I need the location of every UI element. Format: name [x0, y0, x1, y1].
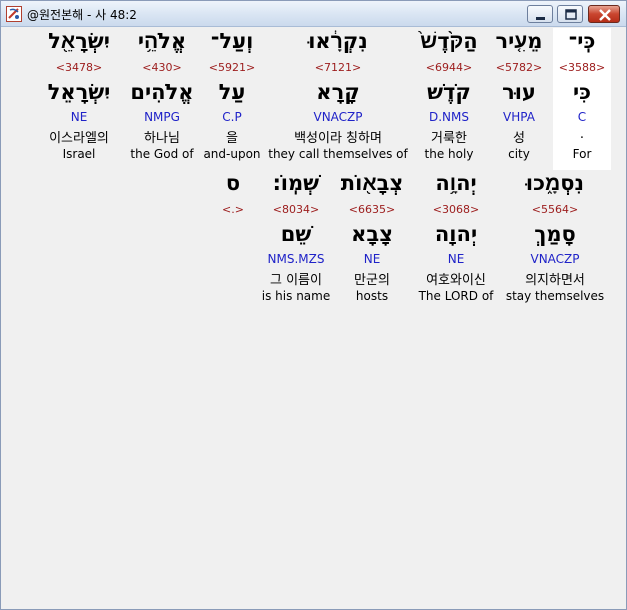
hebrew-lemma: קָרָא	[316, 80, 360, 104]
word-column[interactable]: מֵעִ֤יר <5782> עוּר VHPA 성 city	[488, 28, 550, 164]
korean-gloss: .	[579, 127, 585, 142]
hebrew-word: יִשְׂרָאֵ֖ל	[48, 29, 110, 53]
morphology-code: NMPG	[144, 110, 180, 124]
strong-number: <3478>	[55, 61, 103, 74]
hebrew-word: הַקֹּ֙דֶשׁ֙	[420, 29, 478, 53]
minimize-icon	[536, 17, 545, 20]
hebrew-word: יְהוָ֥ה	[435, 171, 477, 195]
morphology-code: VHPA	[503, 110, 535, 124]
strong-number: <430>	[142, 61, 182, 74]
hebrew-lemma: צָבָא	[351, 222, 393, 246]
english-gloss: the holy	[424, 147, 474, 161]
maximize-icon	[565, 9, 577, 20]
strong-number: <3588>	[558, 61, 606, 74]
word-column[interactable]: יִשְׂרָאֵ֖ל <3478> יִשְׂרָאֵל NE 이스라엘의 Israel	[35, 28, 123, 164]
morphology-code: C.P	[222, 110, 242, 124]
hebrew-word: אֱלֹהֵ֥י	[137, 29, 187, 53]
strong-number: <8034>	[272, 203, 320, 216]
maximize-button[interactable]	[557, 5, 583, 23]
korean-gloss: 거룩한	[431, 131, 467, 146]
english-gloss: Israel	[62, 147, 96, 161]
hebrew-lemma: סָמַךְ	[534, 222, 576, 246]
korean-gloss: 성	[513, 131, 525, 146]
app-window: @원전본해 - 사 48:2 כִּֽי־ <3588> כִּי C. For מֵעִ…	[0, 0, 627, 610]
morphology-code: VNACZP	[530, 252, 580, 266]
hebrew-word: וְעַל־	[210, 29, 254, 53]
korean-gloss: 백성이라 칭하며	[294, 131, 382, 146]
korean-gloss: 만군의	[354, 273, 390, 288]
strong-number: <5564>	[531, 203, 579, 216]
strong-number: <5782>	[495, 61, 543, 74]
word-column[interactable]: אֱלֹהֵ֥י <430> אֱלֹהִים NMPG 하나님 the God of	[127, 28, 197, 164]
english-gloss: the God of	[130, 147, 194, 161]
close-icon	[599, 9, 611, 21]
word-column[interactable]: יְהוָ֥ה <3068> יְהוָה NE 여호와이신 The LORD of	[413, 170, 499, 306]
morphology-code: NE	[363, 252, 381, 266]
morphology-code: D.NMS	[428, 110, 469, 124]
english-gloss: The LORD of	[418, 289, 494, 303]
app-logo-icon	[6, 6, 22, 22]
strong-number: <6635>	[348, 203, 396, 216]
hebrew-word: נִקְרָ֔אוּ	[308, 29, 368, 53]
english-gloss: and-upon	[203, 147, 261, 161]
korean-gloss: 이스라엘의	[49, 131, 109, 146]
hebrew-word: שְׁמֽוֹ׃	[272, 171, 320, 195]
word-column[interactable]: נִקְרָ֔אוּ <7121> קָרָא VNACZP 백성이라 칭하며 they …	[267, 28, 409, 164]
english-gloss: they call themselves of	[268, 147, 408, 161]
hebrew-lemma: עַל	[218, 80, 246, 104]
hebrew-word: מֵעִ֤יר	[495, 29, 543, 53]
english-gloss: is his name	[261, 289, 331, 303]
title-bar[interactable]: @원전본해 - 사 48:2	[1, 1, 626, 27]
korean-gloss: 하나님	[144, 131, 180, 146]
strong-number: <7121>	[314, 61, 362, 74]
word-column[interactable]: ס <.>	[213, 170, 253, 306]
window-title: @원전본해 - 사 48:2	[27, 8, 137, 22]
hebrew-lemma: כִּי	[572, 80, 592, 104]
interlinear-view: כִּֽי־ <3588> כִּי C. For מֵעִ֤יר <5782> עוּר VH…	[5, 28, 622, 606]
english-gloss: stay themselves	[505, 289, 605, 303]
hebrew-lemma: אֱלֹהִים	[130, 80, 194, 104]
morphology-code: NMS.MZS	[267, 252, 325, 266]
strong-number: <5921>	[208, 61, 256, 74]
english-gloss: city	[508, 147, 530, 161]
hebrew-lemma: יְהוָה	[434, 222, 478, 246]
word-column[interactable]: נִסְמָ֑כוּ <5564> סָמַךְ VNACZP 의지하면서 stay th…	[503, 170, 607, 306]
hebrew-word: צְבָא֖וֹת	[340, 171, 404, 195]
word-column[interactable]: כִּֽי־ <3588> כִּי C. For	[553, 28, 611, 170]
english-gloss: hosts	[355, 289, 389, 303]
hebrew-lemma: קֹדֶשׁ	[427, 80, 471, 104]
hebrew-word: נִסְמָ֑כוּ	[525, 171, 585, 195]
korean-gloss: 의지하면서	[525, 273, 585, 288]
close-button[interactable]	[588, 5, 620, 23]
morphology-code: C	[577, 110, 587, 124]
english-gloss: For	[572, 147, 592, 161]
korean-gloss: 여호와이신	[426, 273, 486, 288]
hebrew-lemma: שֵׁם	[280, 222, 312, 246]
morphology-code: VNACZP	[313, 110, 363, 124]
korean-gloss: 그 이름이	[270, 273, 322, 288]
word-column[interactable]: הַקֹּ֙דֶשׁ֙ <6944> קֹדֶשׁ D.NMS 거룩한 the holy	[413, 28, 485, 164]
hebrew-lemma: יִשְׂרָאֵל	[47, 80, 111, 104]
korean-gloss: 을	[226, 131, 238, 146]
minimize-button[interactable]	[527, 5, 553, 23]
word-column[interactable]: צְבָא֖וֹת <6635> צָבָא NE 만군의 hosts	[339, 170, 405, 306]
word-column[interactable]: וְעַל־ <5921> עַל C.P 을 and-upon	[201, 28, 263, 164]
morphology-code: NE	[70, 110, 88, 124]
strong-number: <.>	[222, 203, 244, 216]
strong-number: <3068>	[432, 203, 480, 216]
hebrew-word: כִּֽי־	[568, 29, 596, 53]
morphology-code: NE	[447, 252, 465, 266]
hebrew-lemma: עוּר	[502, 80, 536, 104]
hebrew-word: ס	[225, 171, 241, 195]
word-column[interactable]: שְׁמֽוֹ׃ <8034> שֵׁם NMS.MZS 그 이름이 is his nam…	[257, 170, 335, 306]
strong-number: <6944>	[425, 61, 473, 74]
